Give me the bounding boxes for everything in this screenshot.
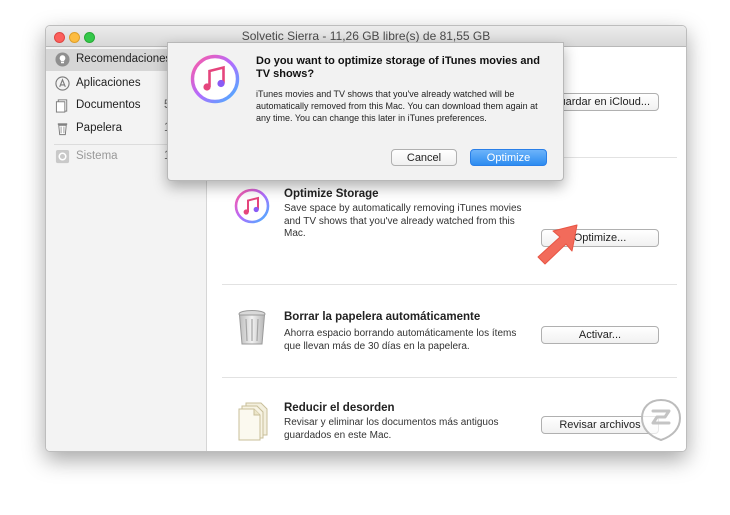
sidebar-item-label: Papelera [76, 122, 123, 134]
activate-button[interactable]: Activar... [541, 326, 659, 344]
optimize-storage-title: Optimize Storage [284, 188, 379, 200]
auto-empty-trash-title: Borrar la papelera automáticamente [284, 311, 481, 323]
sidebar-item-label: Sistema [76, 150, 118, 162]
dialog-message: iTunes movies and TV shows that you've a… [256, 89, 538, 123]
document-icon [55, 99, 68, 113]
reduce-clutter-description: Revisar y eliminar los documentos más an… [284, 417, 499, 441]
row-divider [222, 284, 677, 285]
app-store-icon [55, 76, 70, 91]
sidebar-item-label: Recomendaciones [76, 53, 172, 65]
row-divider [222, 377, 677, 378]
lightbulb-icon [55, 52, 70, 67]
optimize-storage-description: Save space by automatically removing iTu… [284, 203, 522, 239]
dialog-title: Do you want to optimize storage of iTune… [256, 55, 540, 80]
optimize-storage-dialog: Do you want to optimize storage of iTune… [167, 42, 564, 181]
trash-can-icon [238, 310, 266, 345]
reduce-clutter-title: Reducir el desorden [284, 402, 395, 414]
trash-icon [57, 123, 68, 136]
gear-icon [55, 149, 70, 164]
sidebar-item-label: Aplicaciones [76, 77, 141, 89]
auto-empty-trash-description: Ahorra espacio borrando automáticamente … [284, 328, 517, 352]
pointer-arrow-icon [537, 224, 578, 265]
dialog-optimize-button[interactable]: Optimize [470, 149, 547, 166]
window-title: Solvetic Sierra - 11,26 GB libre(s) de 8… [241, 29, 491, 43]
cancel-button[interactable]: Cancel [391, 149, 457, 166]
itunes-icon [190, 54, 240, 104]
documents-stack-icon [238, 402, 268, 441]
watermark-logo-icon [640, 398, 682, 442]
itunes-icon [234, 188, 270, 224]
sidebar-item-label: Documentos [76, 99, 141, 111]
